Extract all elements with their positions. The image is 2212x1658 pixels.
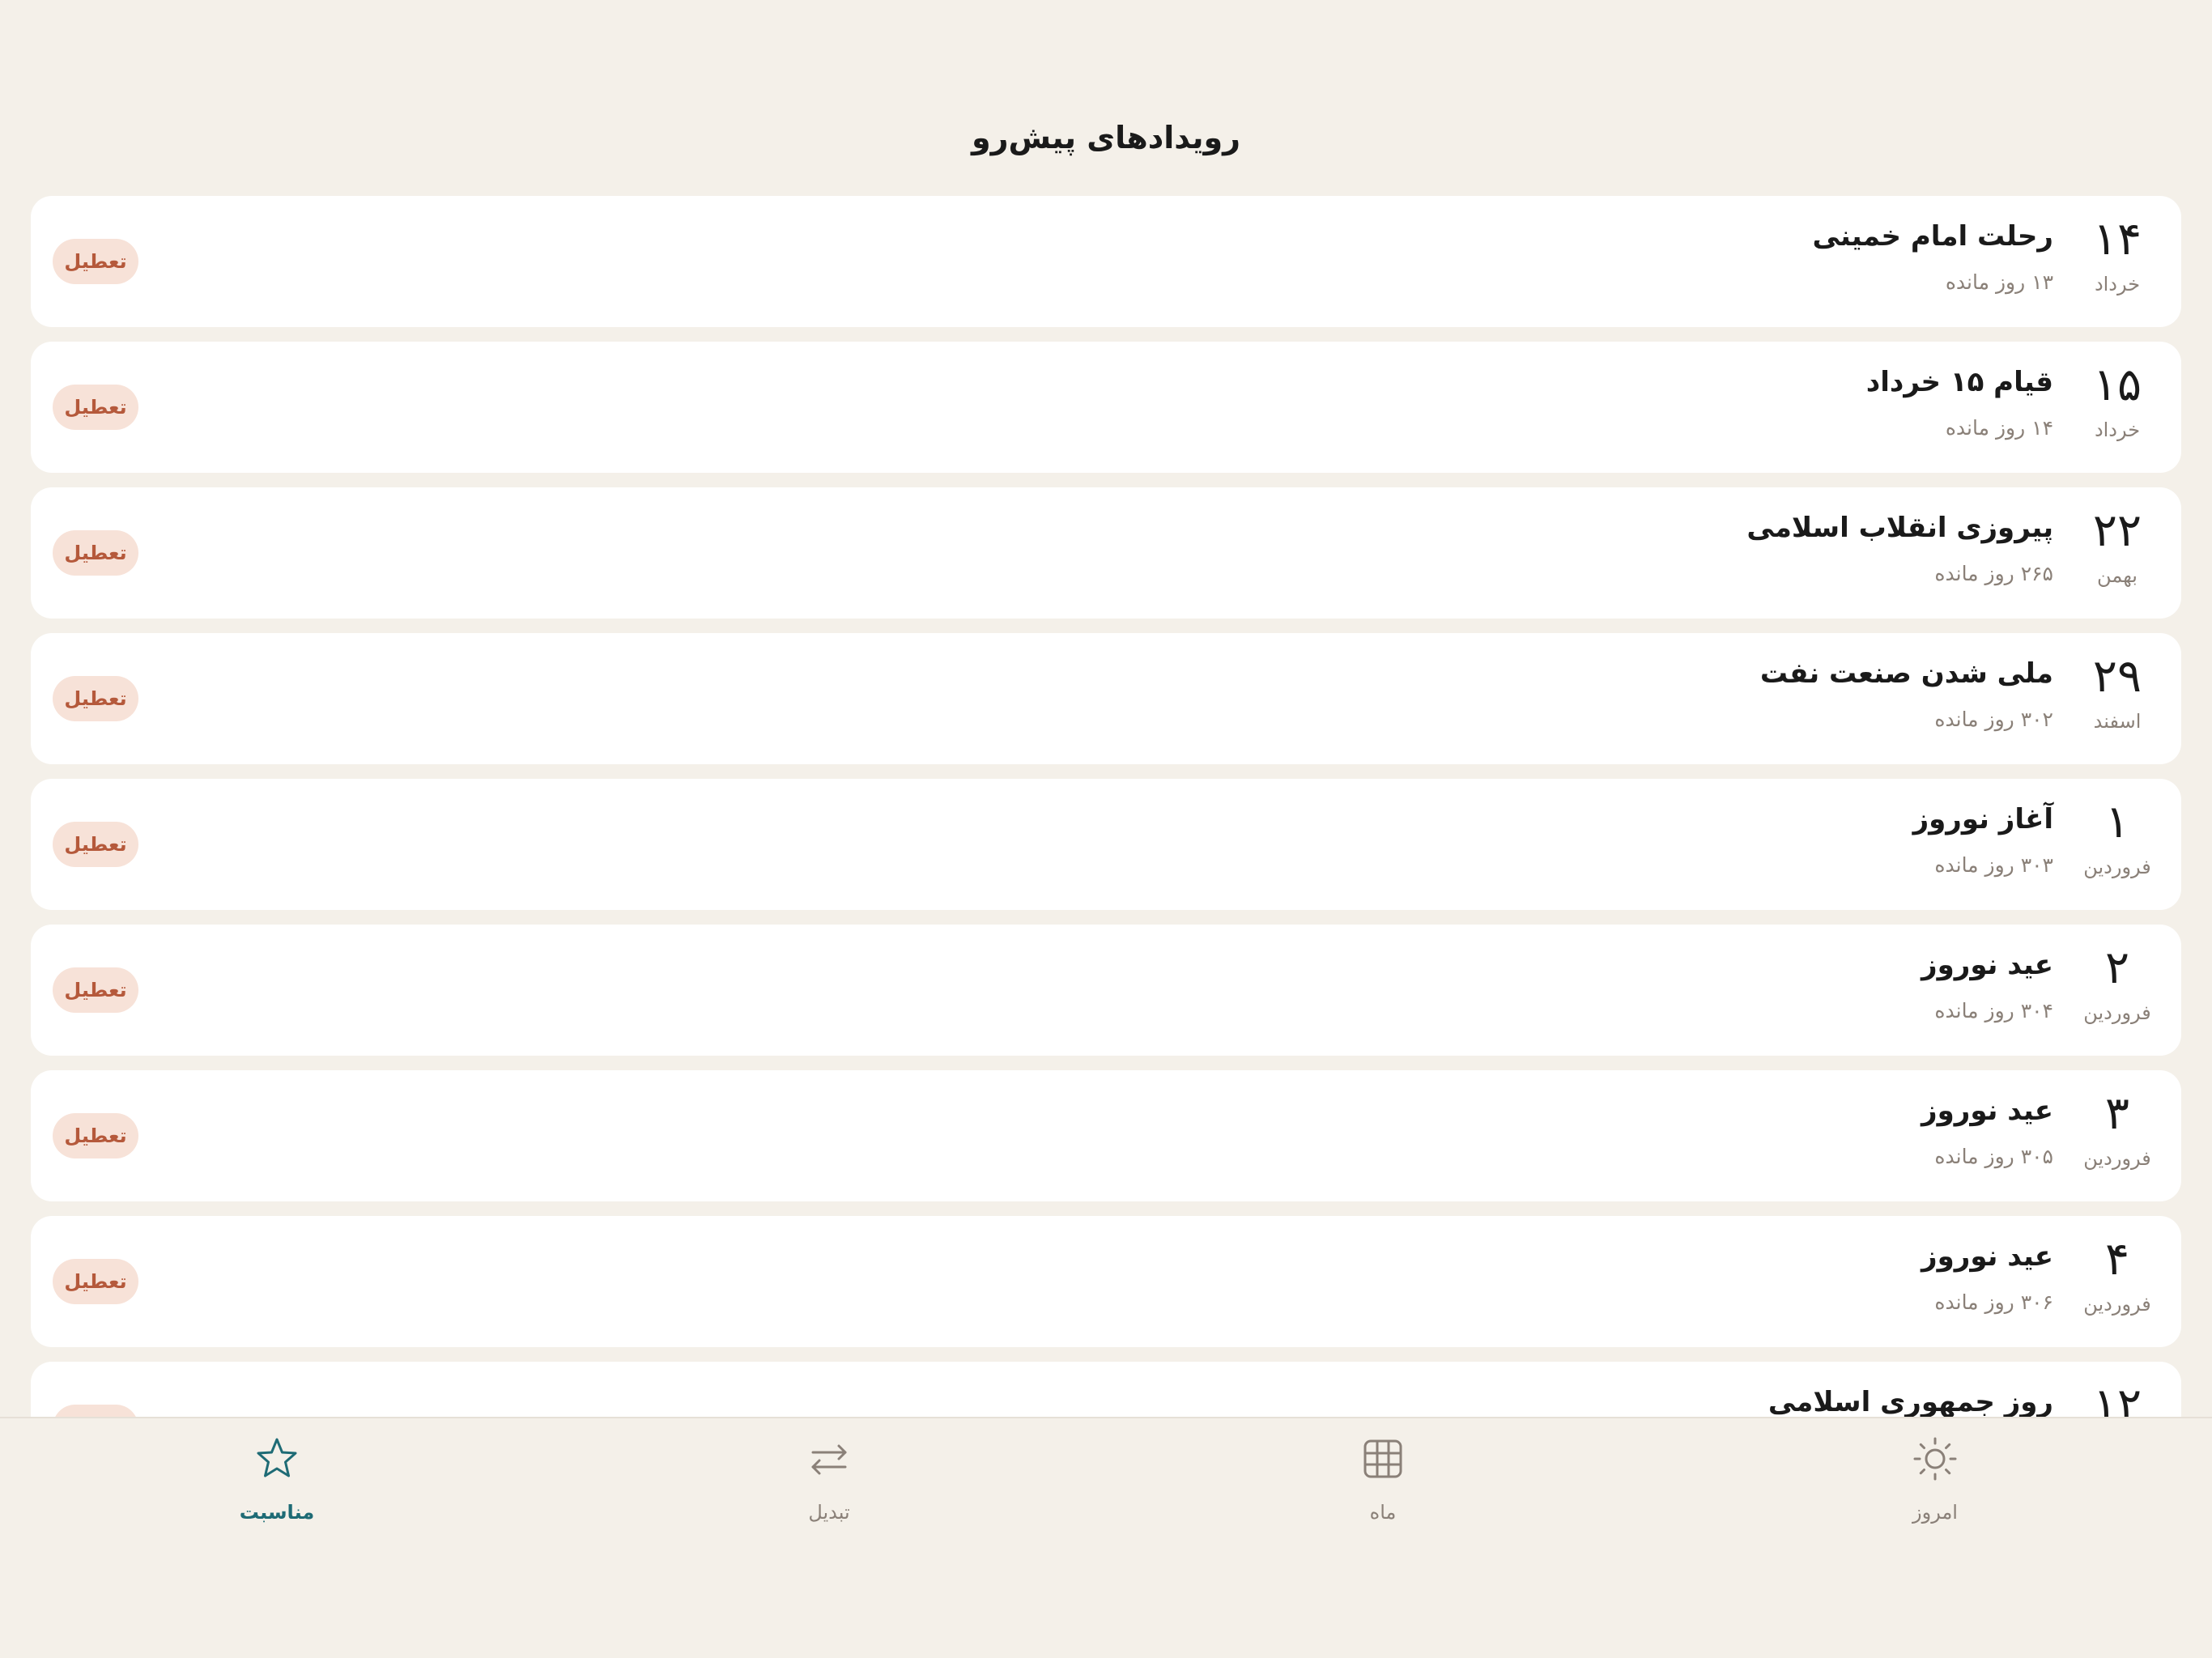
app-screen: رویدادهای پیش‌رو ۱۴ خرداد رحلت امام خمین…: [0, 0, 2212, 1658]
event-month: بهمن: [2097, 564, 2138, 587]
event-date: ۲ فروردین: [2073, 925, 2162, 1056]
holiday-badge: تعطیل: [53, 676, 138, 721]
holiday-badge: تعطیل: [53, 1113, 138, 1158]
event-month: فروردین: [2083, 856, 2151, 878]
tab-month-label: ماه: [1369, 1501, 1397, 1524]
event-date: ۱ فروردین: [2073, 779, 2162, 910]
tab-today[interactable]: امروز: [1838, 1435, 2032, 1556]
event-day: ۴: [2104, 1233, 2130, 1286]
event-remaining: ۳۰۴ روز مانده: [1934, 999, 2053, 1022]
event-day: ۱۵: [2092, 359, 2142, 411]
tab-occasion[interactable]: مناسبت: [180, 1435, 374, 1556]
event-remaining: ۱۴ روز مانده: [1945, 416, 2053, 440]
event-name: عید نوروز: [1921, 1240, 2053, 1273]
event-name: آغاز نوروز: [1912, 803, 2053, 835]
star-icon: [257, 1438, 297, 1477]
event-day: ۲: [2104, 942, 2130, 994]
event-month: خرداد: [2094, 419, 2141, 441]
event-name: روز جمهوری اسلامی: [1767, 1386, 2053, 1418]
event-card[interactable]: ۱ فروردین آغاز نوروز ۳۰۳ روز مانده تعطیل: [31, 779, 2181, 910]
event-day: ۱: [2104, 796, 2130, 848]
event-month: فروردین: [2083, 1147, 2151, 1170]
event-card[interactable]: ۱۵ خرداد قیام ۱۵ خرداد ۱۴ روز مانده تعطی…: [31, 342, 2181, 473]
event-month: فروردین: [2083, 1293, 2151, 1316]
event-month: فروردین: [2083, 1001, 2151, 1024]
event-card[interactable]: ۳ فروردین عید نوروز ۳۰۵ روز مانده تعطیل: [31, 1070, 2181, 1201]
holiday-badge: تعطیل: [53, 1259, 138, 1304]
event-name: عید نوروز: [1921, 949, 2053, 981]
event-name: پیروزی انقلاب اسلامی: [1746, 512, 2053, 544]
swap-arrows-icon: [811, 1444, 847, 1475]
event-day: ۱۲: [2092, 1379, 2142, 1419]
event-date: ۲۹ اسفند: [2073, 633, 2162, 764]
sun-icon: [1913, 1437, 1957, 1481]
tab-convert[interactable]: تبدیل: [732, 1435, 926, 1556]
event-remaining: ۲۶۵ روز مانده: [1934, 562, 2053, 585]
event-date: ۴ فروردین: [2073, 1216, 2162, 1347]
calendar-grid-icon: [1363, 1439, 1402, 1478]
event-remaining: ۳۰۶ روز مانده: [1934, 1290, 2053, 1314]
event-month: اسفند: [2093, 710, 2142, 733]
event-card[interactable]: ۲ فروردین عید نوروز ۳۰۴ روز مانده تعطیل: [31, 925, 2181, 1056]
holiday-badge: تعطیل: [53, 822, 138, 867]
page-title: رویدادهای پیش‌رو: [972, 120, 1240, 155]
event-date: ۱۵ خرداد: [2073, 342, 2162, 473]
tab-month[interactable]: ماه: [1286, 1435, 1480, 1556]
event-name: عید نوروز: [1921, 1095, 2053, 1127]
event-card[interactable]: ۴ فروردین عید نوروز ۳۰۶ روز مانده تعطیل: [31, 1216, 2181, 1347]
event-remaining: ۳۰۲ روز مانده: [1934, 708, 2053, 731]
event-card[interactable]: ۲۹ اسفند ملی شدن صنعت نفت ۳۰۲ روز مانده …: [31, 633, 2181, 764]
events-list[interactable]: ۱۴ خرداد رحلت امام خمینی ۱۳ روز مانده تع…: [31, 196, 2181, 1418]
tab-occasion-label: مناسبت: [239, 1501, 315, 1524]
event-date: ۳ فروردین: [2073, 1070, 2162, 1201]
event-name: قیام ۱۵ خرداد: [1865, 366, 2053, 398]
event-month: خرداد: [2094, 273, 2141, 295]
event-day: ۱۴: [2092, 213, 2142, 266]
tab-convert-label: تبدیل: [808, 1501, 850, 1524]
event-date: ۱۴ خرداد: [2073, 196, 2162, 327]
holiday-badge: تعطیل: [53, 967, 138, 1013]
holiday-badge: تعطیل: [53, 530, 138, 576]
event-remaining: ۳۰۳ روز مانده: [1934, 853, 2053, 877]
tab-today-label: امروز: [1912, 1501, 1958, 1524]
event-name: رحلت امام خمینی: [1812, 220, 2053, 253]
event-day: ۳: [2104, 1087, 2130, 1140]
event-name: ملی شدن صنعت نفت: [1759, 657, 2053, 690]
event-day: ۲۹: [2092, 650, 2142, 703]
event-card[interactable]: ۱۴ خرداد رحلت امام خمینی ۱۳ روز مانده تع…: [31, 196, 2181, 327]
event-date: ۱۲: [2073, 1362, 2162, 1419]
holiday-badge: تعطیل: [53, 385, 138, 430]
event-date: ۲۲ بهمن: [2073, 487, 2162, 619]
bottom-tab-bar: امروز ماه تبدیل مناسبت: [0, 1417, 2212, 1658]
holiday-badge: تعطیل: [53, 239, 138, 284]
event-remaining: ۱۳ روز مانده: [1945, 270, 2053, 294]
event-card[interactable]: ۱۲ روز جمهوری اسلامی تعطیل: [31, 1362, 2181, 1418]
event-day: ۲۲: [2092, 504, 2142, 557]
event-remaining: ۳۰۵ روز مانده: [1934, 1145, 2053, 1168]
event-card[interactable]: ۲۲ بهمن پیروزی انقلاب اسلامی ۲۶۵ روز مان…: [31, 487, 2181, 619]
